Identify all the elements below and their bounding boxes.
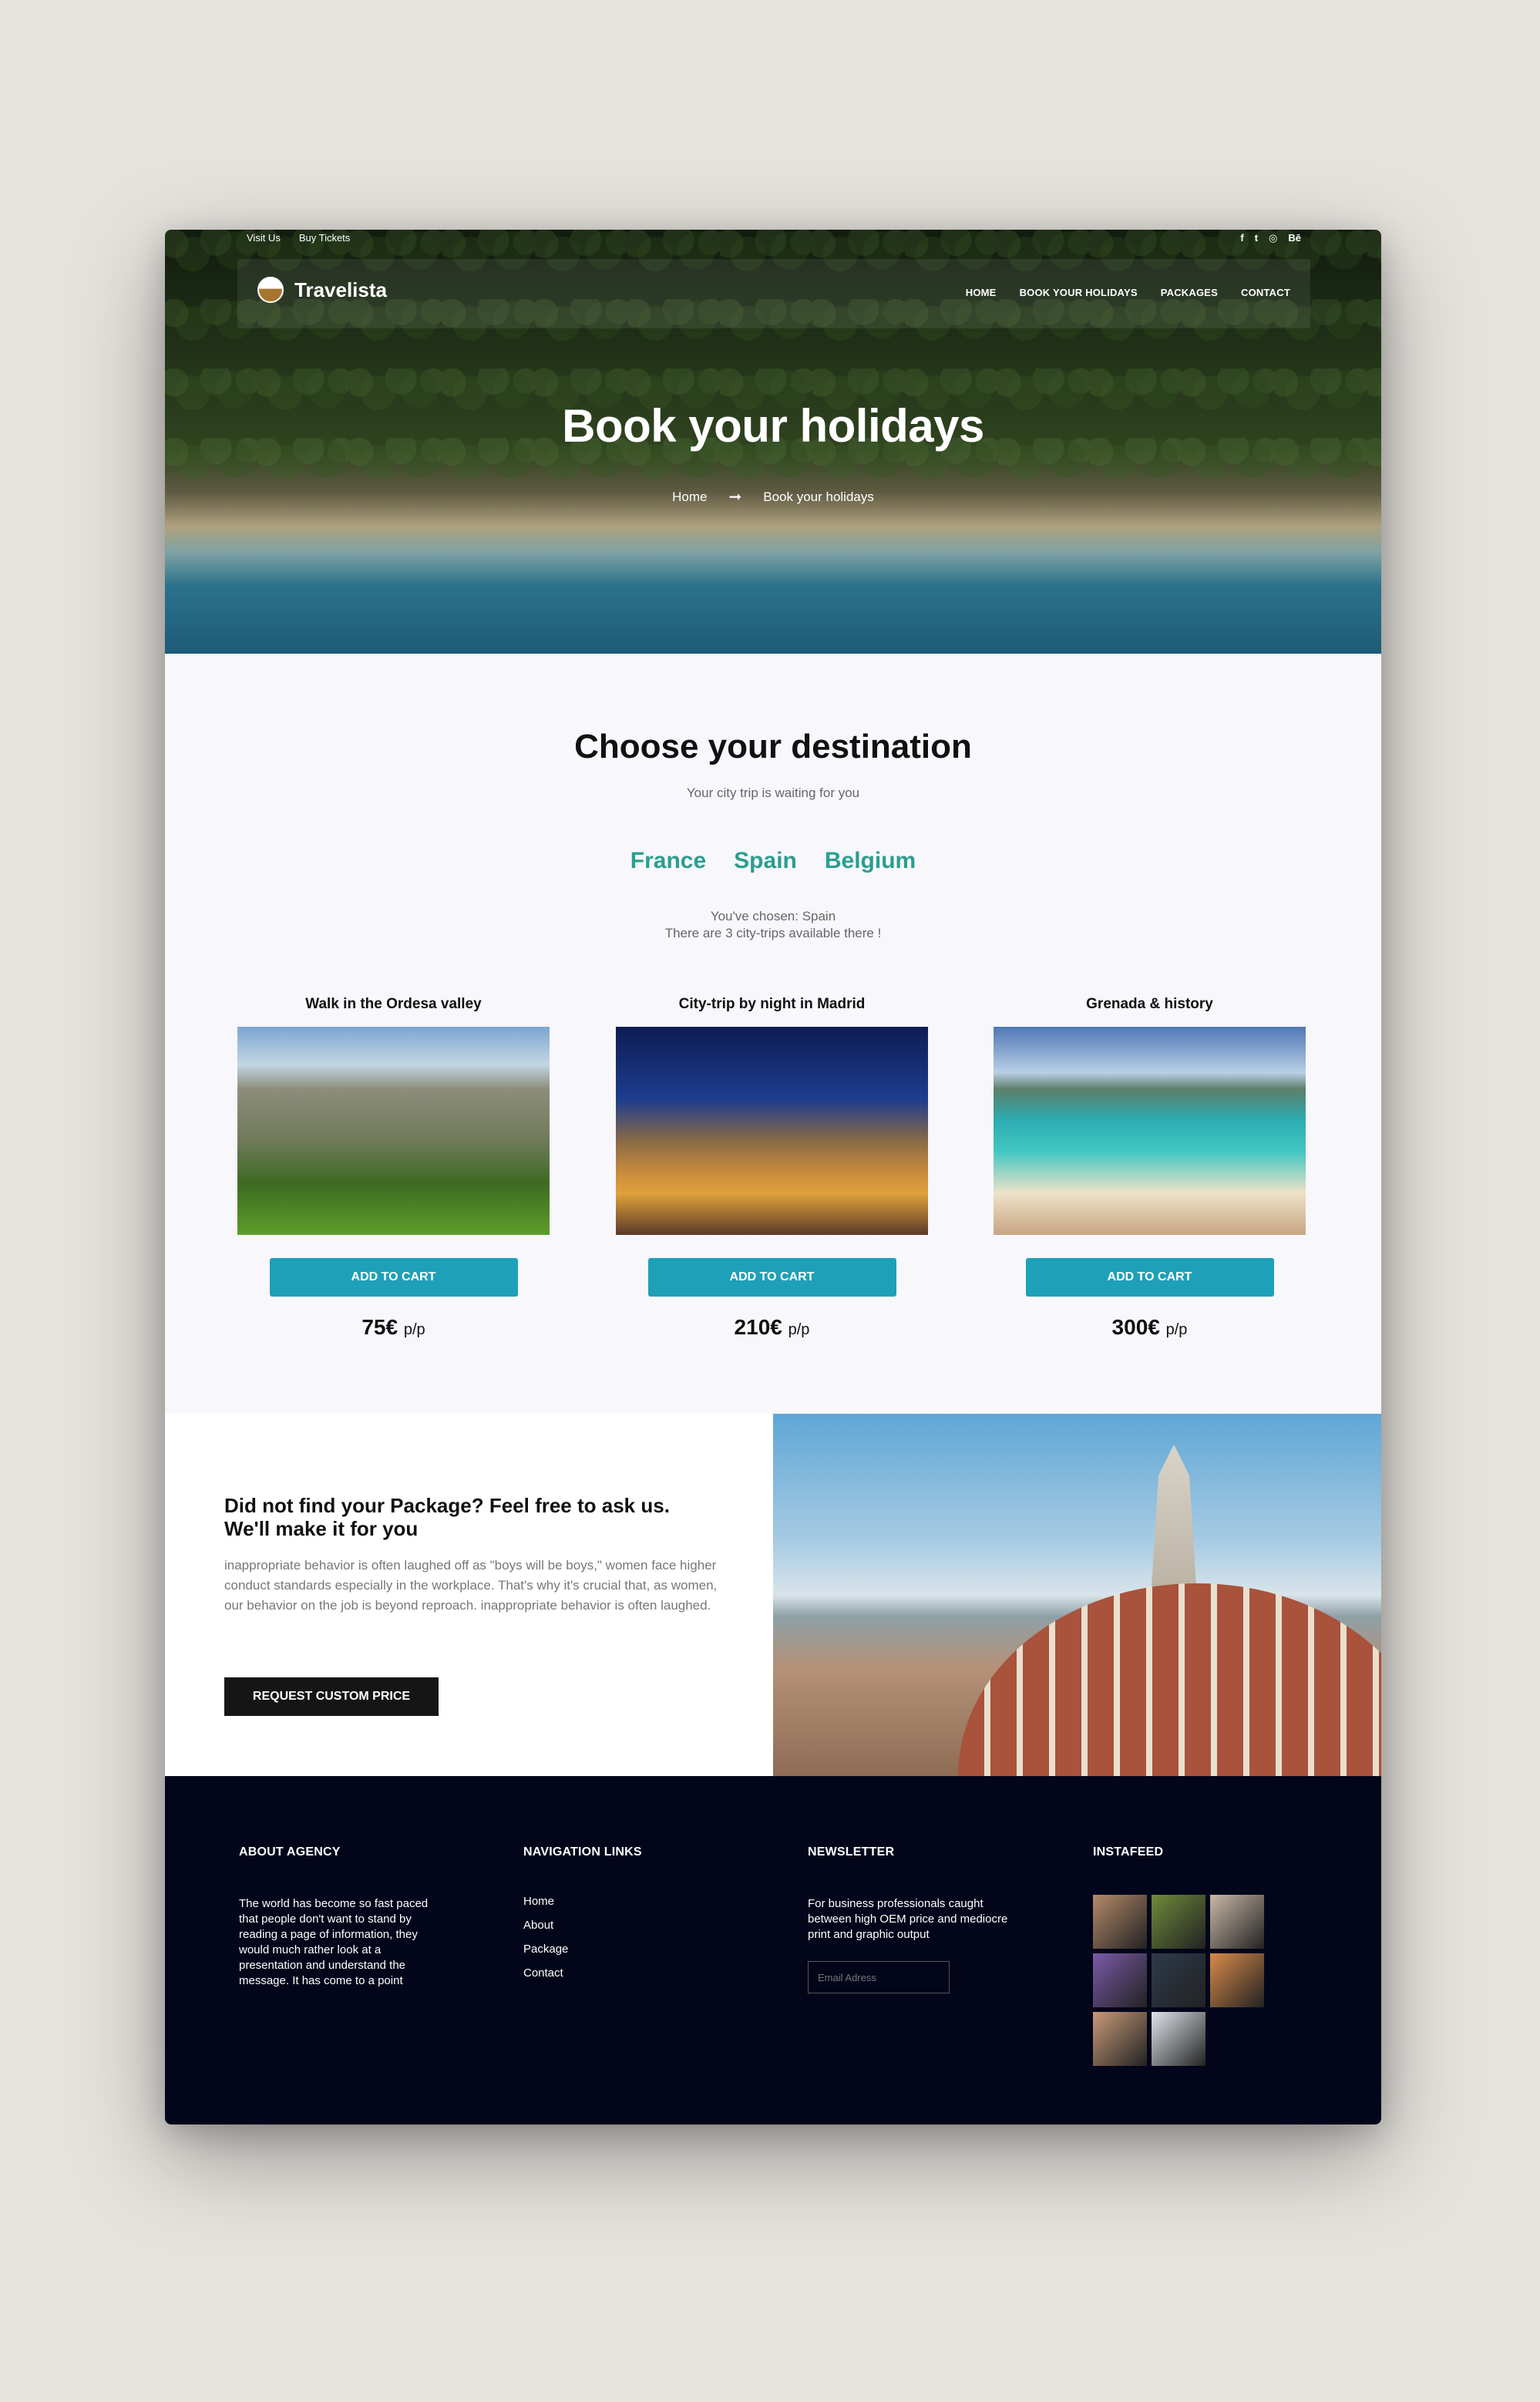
instafeed-thumbnail[interactable] — [1093, 2012, 1147, 2066]
footer-link-contact[interactable]: Contact — [523, 1966, 731, 1980]
instafeed-thumbnail[interactable] — [1093, 1895, 1147, 1949]
breadcrumb: Home ➞ Book your holidays — [165, 487, 1381, 506]
trip-price: 210€ p/p — [734, 1315, 810, 1339]
footer-link-package[interactable]: Package — [523, 1943, 731, 1956]
brand-logo[interactable]: Travelista — [257, 277, 387, 303]
custom-package-body: inappropriate behavior is often laughed … — [224, 1558, 718, 1613]
footer-newsletter: NEWSLETTER For business professionals ca… — [808, 1845, 1016, 1993]
add-to-cart-button[interactable]: ADD TO CART — [647, 1258, 896, 1297]
site-footer: ABOUT AGENCY The world has become so fas… — [165, 1776, 1381, 2124]
trip-price: 75€ p/p — [361, 1315, 425, 1339]
instafeed-grid — [1093, 1895, 1301, 2066]
instafeed-thumbnail[interactable] — [1152, 2012, 1205, 2066]
arrow-right-icon: ➞ — [728, 489, 742, 506]
page-title: Book your holidays — [562, 400, 984, 452]
instafeed-thumbnail[interactable] — [1093, 1953, 1147, 2007]
nav-item-contact[interactable]: CONTACT — [1241, 287, 1290, 298]
email-field[interactable] — [808, 1961, 950, 1993]
logo-icon — [257, 277, 284, 303]
section-subtitle: Your city trip is waiting for you — [686, 786, 860, 800]
footer-about: ABOUT AGENCY The world has become so fas… — [239, 1845, 447, 1989]
footer-instafeed: INSTAFEED — [1093, 1845, 1301, 2066]
footer-heading: NAVIGATION LINKS — [523, 1845, 642, 1859]
trip-count: There are 3 city-trips available there ! — [664, 926, 882, 940]
about-text: The world has become so fast paced that … — [239, 1897, 429, 1987]
add-to-cart-button[interactable]: ADD TO CART — [269, 1258, 518, 1297]
brand-name: Travelista — [294, 278, 387, 301]
country-tab-france[interactable]: France — [630, 848, 706, 874]
browser-frame: Visit Us Buy Tickets f t ◎ Bē Travelista… — [165, 230, 1381, 2124]
trip-image-ordesa-valley[interactable] — [237, 1027, 550, 1235]
trip-price: 300€ p/p — [1111, 1315, 1188, 1339]
instafeed-thumbnail[interactable] — [1152, 1953, 1205, 2007]
main-navbar: Travelista HOME BOOK YOUR HOLIDAYS PACKA… — [237, 259, 1310, 328]
trip-card-grenada: Grenada & history ADD TO CART 300€ p/p — [994, 996, 1306, 1340]
country-tabs: France Spain Belgium — [165, 848, 1381, 874]
footer-navigation: NAVIGATION LINKS Home About Package Cont… — [523, 1845, 731, 1990]
trip-title: City-trip by night in Madrid — [678, 996, 866, 1012]
trip-image-grenada-beach[interactable] — [994, 1027, 1306, 1235]
footer-heading: INSTAFEED — [1093, 1845, 1164, 1859]
footer-heading: ABOUT AGENCY — [239, 1845, 341, 1859]
facebook-icon[interactable]: f — [1240, 232, 1243, 244]
nav-item-home[interactable]: HOME — [966, 287, 997, 298]
custom-package-section: Did not find your Package? Feel free to … — [165, 1414, 1381, 1776]
breadcrumb-current: Book your holidays — [763, 489, 874, 504]
footer-link-home[interactable]: Home — [523, 1895, 731, 1908]
footer-nav-list: Home About Package Contact — [523, 1895, 731, 1980]
chosen-country: You've chosen: Spain — [710, 909, 836, 923]
instafeed-thumbnail[interactable] — [1210, 1953, 1264, 2007]
footer-heading: NEWSLETTER — [808, 1845, 895, 1859]
instafeed-thumbnail[interactable] — [1152, 1895, 1205, 1949]
trip-card-madrid: City-trip by night in Madrid ADD TO CART… — [616, 996, 928, 1340]
custom-package-text: Did not find your Package? Feel free to … — [224, 1494, 718, 1616]
trip-cards: Walk in the Ordesa valley ADD TO CART 75… — [237, 996, 1310, 1366]
nav-item-book-your-holidays[interactable]: BOOK YOUR HOLIDAYS — [1020, 287, 1138, 298]
florence-cathedral-image — [773, 1414, 1381, 1776]
footer-link-about[interactable]: About — [523, 1919, 731, 1932]
trip-card-ordesa: Walk in the Ordesa valley ADD TO CART 75… — [237, 996, 550, 1340]
nav-item-packages[interactable]: PACKAGES — [1161, 287, 1218, 298]
top-links: Visit Us Buy Tickets — [247, 232, 350, 244]
country-tab-spain[interactable]: Spain — [734, 848, 797, 874]
trip-title: Walk in the Ordesa valley — [305, 996, 482, 1012]
request-custom-price-button[interactable]: REQUEST CUSTOM PRICE — [224, 1677, 439, 1716]
add-to-cart-button[interactable]: ADD TO CART — [1025, 1258, 1274, 1297]
breadcrumb-home[interactable]: Home — [672, 489, 707, 505]
social-links: f t ◎ Bē — [1240, 232, 1301, 244]
section-title: Choose your destination — [574, 728, 972, 765]
top-bar: Visit Us Buy Tickets f t ◎ Bē — [247, 232, 1301, 249]
country-tab-belgium[interactable]: Belgium — [825, 848, 916, 874]
instafeed-thumbnail[interactable] — [1210, 1895, 1264, 1949]
main-menu: HOME BOOK YOUR HOLIDAYS PACKAGES CONTACT — [966, 287, 1290, 298]
trip-title: Grenada & history — [1086, 996, 1213, 1012]
custom-package-heading: Did not find your Package? Feel free to … — [224, 1494, 670, 1540]
buy-tickets-link[interactable]: Buy Tickets — [299, 232, 350, 244]
dribbble-icon[interactable]: ◎ — [1269, 232, 1277, 244]
visit-us-link[interactable]: Visit Us — [247, 232, 281, 244]
destinations-section: Choose your destination Your city trip i… — [165, 654, 1381, 1414]
selection-info: You've chosen: Spain There are 3 city-tr… — [165, 908, 1381, 942]
twitter-icon[interactable]: t — [1255, 232, 1258, 244]
behance-icon[interactable]: Bē — [1288, 232, 1301, 244]
hero-section: Visit Us Buy Tickets f t ◎ Bē Travelista… — [165, 230, 1381, 654]
newsletter-text: For business professionals caught betwee… — [808, 1897, 1008, 1941]
trip-image-madrid-night[interactable] — [616, 1027, 928, 1235]
